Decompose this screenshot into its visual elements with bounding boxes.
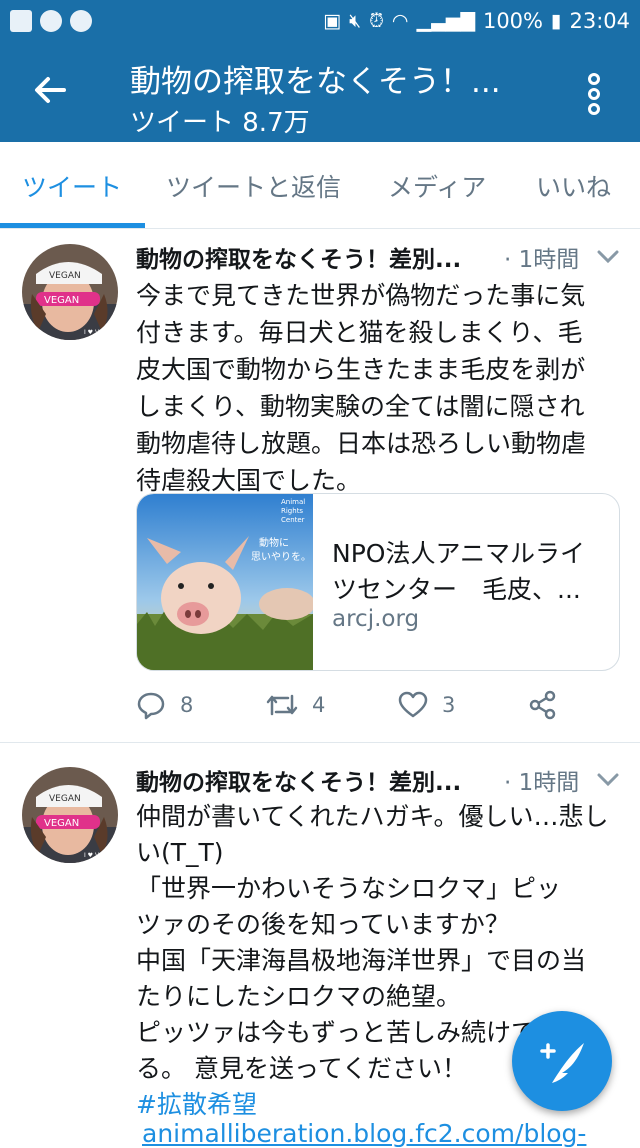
arrow-left-icon[interactable] (30, 70, 70, 110)
tweet-text-line: 皮大国で動物から生きたまま毛皮を剥が (136, 355, 586, 384)
tweet-actions: 8 4 3 (136, 690, 626, 730)
retweet-count: 4 (312, 693, 326, 717)
compose-feather-icon (540, 1043, 584, 1083)
app-bar: 動物の搾取をなくそう！... ツイート 8.7万 (0, 42, 640, 142)
author-name[interactable]: 動物の搾取をなくそう！差別... (136, 240, 461, 274)
battery-saver-icon: ▣ (323, 10, 342, 32)
tweet-text-line: る。 意見を送ってください！ (136, 1054, 467, 1083)
status-bar: ▣ 🔇︎ ⏰︎ ◠ ▁▃▅▇ 100% ▮ 23:04 (0, 0, 640, 42)
card-image-logo: Rights (281, 507, 303, 515)
reply-count: 8 (180, 693, 194, 717)
timestamp[interactable]: · 1時間 (504, 763, 579, 797)
tweet-text-line: たりにしたシロクマの絶望。 (136, 982, 462, 1011)
tab-tweets[interactable]: ツイート (22, 168, 122, 204)
tweet-text-line: 「世界一かわいそうなシロクマ」ピッ (136, 874, 562, 903)
app-notification-icon (40, 10, 62, 32)
profile-tabs: ツイート ツイートと返信 メディア いいね (0, 142, 640, 229)
card-image-logo: Animal (281, 498, 305, 506)
chevron-down-icon[interactable] (596, 771, 620, 789)
card-image-caption: 思いやりを。 (251, 551, 311, 563)
tweet[interactable]: VEGAN VEGAN I ♥ VEGAN 動物の搾取をなくそう！差別... ·… (0, 230, 640, 742)
chevron-down-icon[interactable] (596, 248, 620, 266)
avatar-cap-text: VEGAN (49, 794, 81, 804)
heart-icon (398, 691, 428, 718)
avatar-shirt-text: I ♥ VEGAN (84, 852, 116, 859)
avatar[interactable]: VEGAN VEGAN I ♥ VEGAN (22, 244, 118, 340)
app-notification-icon-2 (70, 10, 92, 32)
tweet-count: ツイート 8.7万 (130, 108, 310, 138)
signal-icon: ▁▃▅▇ (416, 10, 475, 32)
card-image-logo: Center (281, 516, 305, 524)
active-tab-indicator (0, 223, 145, 228)
avatar-cap-text: VEGAN (49, 271, 81, 281)
wifi-icon: ◠ (391, 10, 409, 32)
hashtag-link[interactable]: #拡散希望 (136, 1085, 257, 1121)
tweet-text-line: 仲間が書いてくれたハガキ。優しい…悲し (136, 802, 609, 831)
profile-title: 動物の搾取をなくそう！... (130, 64, 501, 100)
alarm-icon: ⏰︎ (369, 10, 384, 32)
tweet-text-line: い(T_T) (136, 838, 224, 867)
tweet-text-line: 付きます。毎日犬と猫を殺しまくり、毛 (136, 318, 583, 347)
tweet-text-line: 今まで見てきた世界が偽物だった事に気 (136, 281, 586, 310)
avatar[interactable]: VEGAN VEGAN I ♥ VEGAN (22, 767, 118, 863)
tab-tweets-and-replies[interactable]: ツイートと返信 (166, 168, 341, 204)
card-domain: arcj.org (332, 606, 420, 632)
card-thumbnail: 動物に 思いやりを。 Animal Rights Center (137, 494, 313, 670)
compose-tweet-button[interactable] (512, 1011, 612, 1111)
clock: 23:04 (569, 9, 630, 33)
mute-icon: 🔇︎ (349, 10, 362, 32)
avatar-shirt-text: I ♥ VEGAN (84, 329, 116, 336)
card-title: NPO法人アニマルライ (332, 539, 585, 568)
tab-likes[interactable]: いいね (536, 168, 611, 204)
tweet-text-line: ピッツァは今もずっと苦しみ続けて (136, 1018, 537, 1047)
reply-button[interactable]: 8 (136, 690, 193, 720)
battery-icon: ▮ (551, 10, 562, 32)
card-image-caption: 動物に (259, 536, 289, 549)
avatar-glasses-text: VEGAN (44, 295, 79, 306)
tweet-text-line: 中国「天津海昌极地海洋世界」で目の当 (136, 946, 587, 975)
tweet-header: 動物の搾取をなくそう！差別... · 1時間 (136, 763, 626, 799)
url-link[interactable]: animalliberation.blog.fc2.com/blog- (142, 1119, 586, 1148)
battery-percent: 100% (482, 9, 543, 33)
like-count: 3 (442, 693, 456, 717)
timestamp[interactable]: · 1時間 (504, 240, 579, 274)
gallery-notification-icon (10, 10, 32, 32)
share-icon (529, 690, 556, 720)
retweet-icon (266, 694, 298, 716)
retweet-button[interactable]: 4 (266, 690, 325, 720)
author-name[interactable]: 動物の搾取をなくそう！差別... (136, 763, 461, 797)
share-button[interactable] (528, 690, 558, 720)
tweet-header: 動物の搾取をなくそう！差別... · 1時間 (136, 240, 626, 276)
tweet-text-line: ツァのその後を知っていますか？ (136, 910, 510, 939)
tweet-text-line: しまくり、動物実験の全ては闇に隠され (136, 392, 585, 421)
tweet-text-line: 動物虐待し放題。日本は恐ろしい動物虐 (136, 429, 587, 458)
link-card[interactable]: 動物に 思いやりを。 Animal Rights Center NPO法人アニマ… (136, 493, 620, 671)
card-title: ツセンター 毛皮、... (332, 575, 581, 604)
tweet-text-line: 待虐殺大国でした。 (136, 466, 362, 495)
tweet-divider (0, 742, 640, 743)
avatar-glasses-text: VEGAN (44, 818, 79, 829)
like-button[interactable]: 3 (398, 690, 455, 720)
tab-media[interactable]: メディア (388, 168, 486, 204)
reply-icon (137, 692, 165, 720)
more-vertical-icon[interactable] (586, 72, 602, 116)
